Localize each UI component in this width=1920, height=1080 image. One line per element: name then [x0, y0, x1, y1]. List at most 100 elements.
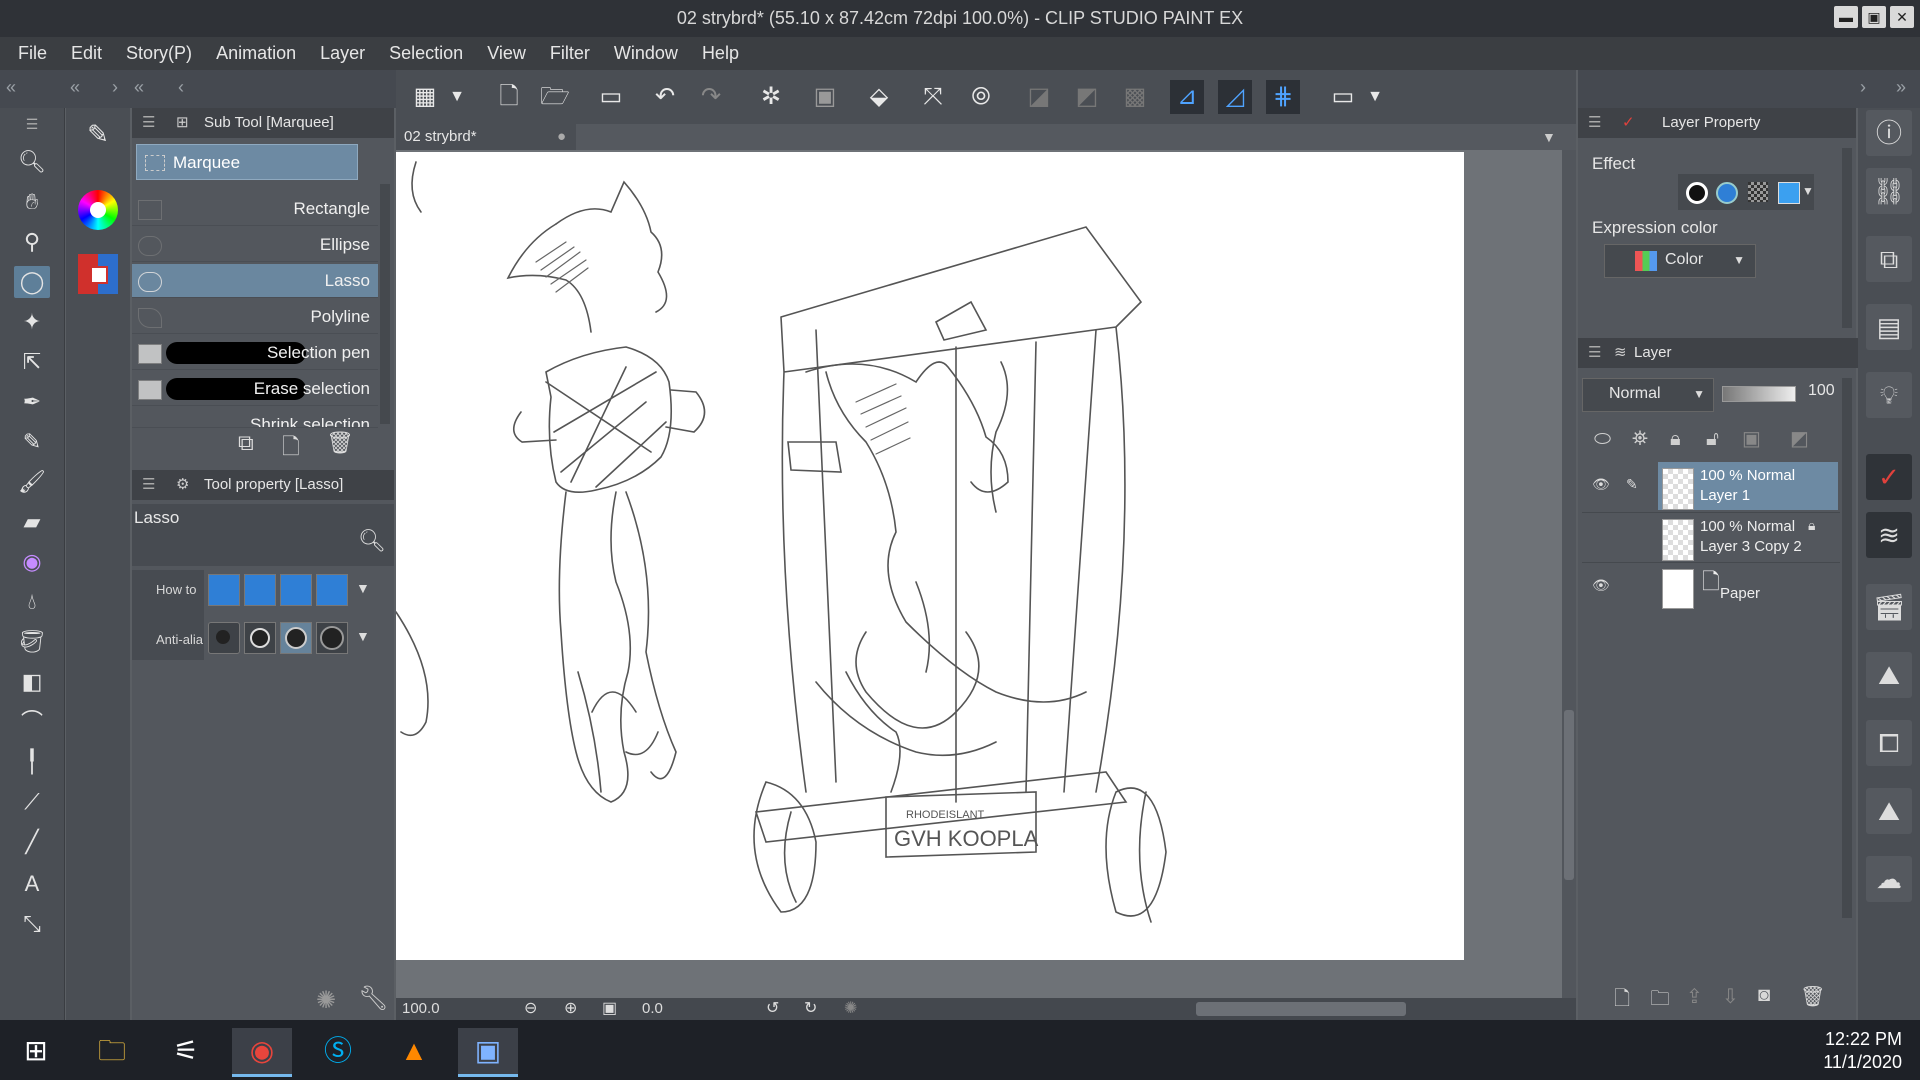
collapse-left-icon[interactable]: «: [6, 77, 16, 98]
reset-icon[interactable]: ✺: [316, 986, 336, 1015]
clear-selection-icon[interactable]: ✲: [754, 80, 788, 114]
subtract-selection-button[interactable]: [280, 574, 312, 606]
lock-transparency-icon[interactable]: 🔓︎: [1706, 428, 1719, 451]
tab-list-chevron-icon[interactable]: ▼: [1542, 124, 1556, 150]
layer-scrollbar[interactable]: [1842, 378, 1852, 918]
subtool-item-erase-selection[interactable]: Erase selection: [132, 372, 378, 406]
fit-screen-icon[interactable]: ▣: [602, 998, 617, 1018]
rotate-right-icon[interactable]: ↻: [804, 998, 817, 1018]
lock-layer-icon[interactable]: 🔒︎: [1670, 428, 1681, 451]
auto-action-icon[interactable]: ▤: [1866, 304, 1912, 350]
anti-alias-strong-button[interactable]: [316, 622, 348, 654]
chevron-left-icon[interactable]: ‹: [178, 77, 184, 98]
chrome-icon[interactable]: ◉: [232, 1028, 292, 1077]
menu-animation[interactable]: Animation: [204, 37, 308, 70]
transform-icon[interactable]: ⤧: [916, 80, 950, 114]
chevron-down-icon[interactable]: ▼: [1693, 387, 1705, 401]
sub-view-icon[interactable]: ⛓: [1866, 168, 1912, 214]
zoom-icon[interactable]: 🔍︎: [14, 146, 50, 178]
history-icon[interactable]: 💡︎: [1866, 372, 1912, 418]
expression-color-select[interactable]: Color ▼: [1604, 244, 1756, 278]
material-icon[interactable]: ⛰: [1866, 652, 1912, 698]
collapse-right-icon[interactable]: »: [1896, 77, 1906, 98]
navigator-icon[interactable]: ⓘ: [1866, 110, 1912, 156]
marquee-tool-icon[interactable]: ◯: [14, 266, 50, 298]
vlc-icon[interactable]: ▲: [384, 1028, 444, 1074]
border-effect-icon[interactable]: [1686, 182, 1708, 204]
chevron-down-icon[interactable]: ▼: [1358, 80, 1392, 114]
layer-row[interactable]: 👁︎ 🗋 Paper: [1582, 562, 1840, 611]
chevron-down-icon[interactable]: ▼: [440, 80, 474, 114]
ruler-icon[interactable]: ⟋: [14, 786, 50, 818]
frame-border-icon[interactable]: ╿: [14, 746, 50, 778]
edit-pen-icon[interactable]: ✎: [1626, 476, 1638, 493]
crop-icon[interactable]: ▣: [808, 80, 842, 114]
eraser-icon[interactable]: ▰: [14, 506, 50, 538]
open-folder-icon[interactable]: 🗁: [538, 80, 572, 114]
opacity-value[interactable]: 100: [1808, 382, 1835, 400]
opacity-slider[interactable]: [1722, 386, 1796, 402]
subtool-item-shrink-selection[interactable]: Shrink selection: [132, 408, 378, 428]
start-windows-icon[interactable]: ⊞: [6, 1028, 66, 1074]
clip-studio-icon[interactable]: ⚟: [156, 1028, 216, 1074]
new-selection-button[interactable]: [208, 574, 240, 606]
file-explorer-icon[interactable]: 🗀: [82, 1028, 142, 1074]
minimize-button[interactable]: ▬: [1834, 6, 1858, 28]
blend-mode-select[interactable]: Normal ▼: [1582, 378, 1714, 412]
menu-edit[interactable]: Edit: [59, 37, 114, 70]
zoom-out-icon[interactable]: ⊖: [524, 998, 537, 1018]
copy-subtool-icon[interactable]: ⧉: [238, 430, 254, 456]
move-layer-icon[interactable]: ⇱: [14, 346, 50, 378]
collapse-left-icon[interactable]: «: [134, 77, 144, 98]
anti-alias-weak-button[interactable]: [244, 622, 276, 654]
select-icon[interactable]: ▩: [1118, 80, 1152, 114]
subtool-pen-icon[interactable]: ✎: [80, 118, 116, 150]
horizontal-scroll-thumb[interactable]: [1196, 1002, 1406, 1016]
canvas-tab[interactable]: 02 strybrd* ●: [396, 124, 576, 150]
eyedropper-icon[interactable]: ⚲: [14, 226, 50, 258]
reset-rotation-icon[interactable]: ✺: [844, 998, 857, 1018]
add-selection-button[interactable]: [244, 574, 276, 606]
new-raster-layer-icon[interactable]: 🗋: [1614, 984, 1630, 1018]
close-tab-icon[interactable]: ●: [557, 124, 566, 150]
material-pose-icon[interactable]: ☁: [1866, 856, 1912, 902]
color-wheel-icon[interactable]: [78, 190, 118, 230]
panel-grip-icon[interactable]: ☰: [14, 108, 50, 140]
panel-menu-icon[interactable]: ☰: [1588, 338, 1601, 368]
maximize-button[interactable]: ▣: [1862, 6, 1886, 28]
grid-menu-icon[interactable]: ▦: [408, 80, 442, 114]
visibility-eye-icon[interactable]: 👁︎: [1592, 476, 1610, 493]
panel-menu-icon[interactable]: ☰: [142, 108, 155, 138]
ruler-display-icon[interactable]: ◩: [1790, 426, 1809, 451]
fill-bucket-icon[interactable]: 🪣︎: [14, 626, 50, 658]
operation-icon[interactable]: ⤡: [14, 908, 50, 940]
lasso-fill-icon[interactable]: ⦾: [964, 80, 998, 114]
mask-icon[interactable]: ◪: [1022, 80, 1056, 114]
panel-menu-icon[interactable]: ☰: [1588, 108, 1601, 138]
figure-icon[interactable]: ⌒: [14, 706, 50, 738]
pen-icon[interactable]: ✒: [14, 386, 50, 418]
tool-settings-icon[interactable]: 🔧︎: [358, 984, 388, 1013]
material-3d-icon[interactable]: ⧠: [1866, 720, 1912, 766]
zoom-in-icon[interactable]: ⊕: [564, 998, 577, 1018]
search-icon[interactable]: 🔍︎: [358, 528, 386, 554]
taskbar-clock[interactable]: 12:22 PM 11/1/2020: [1823, 1028, 1902, 1074]
item-bank-icon[interactable]: ⧉: [1866, 236, 1912, 282]
new-subtool-icon[interactable]: 🗋: [282, 430, 300, 468]
zoom-value[interactable]: 100.0: [402, 1000, 440, 1017]
chevron-right-icon[interactable]: ›: [112, 77, 118, 98]
subtool-item-ellipse[interactable]: Ellipse: [132, 228, 378, 262]
menu-view[interactable]: View: [475, 37, 538, 70]
subtool-item-rectangle[interactable]: Rectangle: [132, 192, 378, 226]
fill-icon[interactable]: ⬙: [862, 80, 896, 114]
skype-icon[interactable]: Ⓢ: [308, 1028, 368, 1074]
anti-alias-medium-button[interactable]: [280, 622, 312, 654]
timeline-icon[interactable]: 🎬︎: [1866, 584, 1912, 630]
extract-line-icon[interactable]: [1716, 182, 1738, 204]
photo-app-icon[interactable]: ▣: [458, 1028, 518, 1077]
menu-file[interactable]: File: [6, 37, 59, 70]
magic-wand-icon[interactable]: ✦: [14, 306, 50, 338]
special-ruler-icon[interactable]: ◿: [1218, 80, 1252, 114]
airbrush-icon[interactable]: ◉: [14, 546, 50, 578]
new-folder-icon[interactable]: 🗀: [1650, 984, 1670, 1018]
